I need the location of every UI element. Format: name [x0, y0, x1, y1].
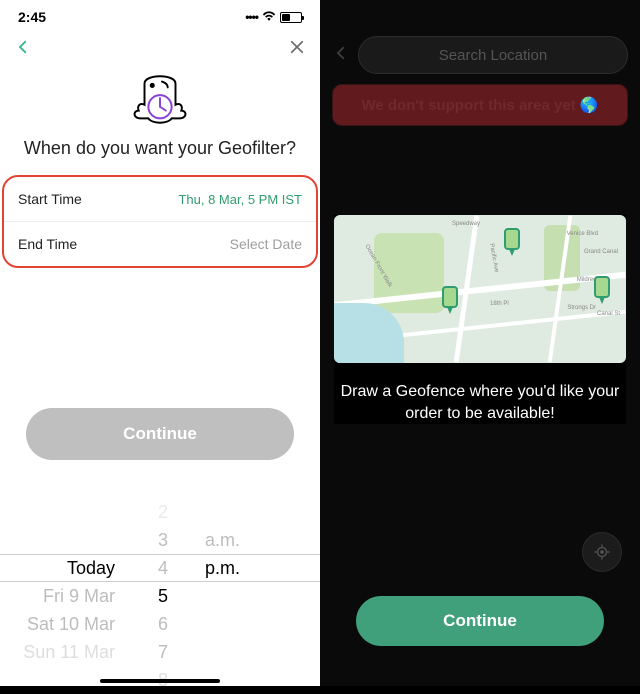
continue-button[interactable]: Continue	[26, 408, 294, 460]
map-label: 18th Pl	[490, 301, 509, 307]
locate-me-button[interactable]	[582, 532, 622, 572]
map-label: Speedway	[452, 221, 480, 227]
geofence-pin-icon	[440, 285, 460, 315]
picker-item[interactable]: 7	[158, 638, 168, 666]
picker-item[interactable]: p.m.	[205, 554, 240, 582]
search-input[interactable]: Search Location	[358, 36, 628, 74]
map-label: Canal St	[597, 311, 620, 317]
map-label: Pacific Ave	[488, 243, 499, 273]
picker-item[interactable]: a.m.	[205, 526, 240, 554]
end-time-label: End Time	[18, 236, 77, 252]
picker-date-column[interactable]: Today Fri 9 Mar Sat 10 Mar Sun 11 Mar	[0, 498, 133, 668]
map-label: Grand Canal	[584, 249, 618, 255]
time-selection-card: Start Time Thu, 8 Mar, 5 PM IST End Time…	[2, 175, 318, 268]
picker-item[interactable]: Sun 11 Mar	[23, 638, 115, 666]
picker-item[interactable]: 2	[158, 498, 168, 526]
geofence-location-screen: Search Location We don't support this ar…	[320, 0, 640, 686]
signal-icon: ••••	[245, 10, 258, 24]
search-placeholder: Search Location	[439, 47, 547, 64]
start-time-row[interactable]: Start Time Thu, 8 Mar, 5 PM IST	[4, 177, 316, 221]
start-time-value: Thu, 8 Mar, 5 PM IST	[178, 192, 302, 207]
battery-icon	[280, 12, 302, 23]
back-icon[interactable]	[14, 38, 32, 56]
end-time-value: Select Date	[230, 236, 302, 252]
map-illustration: Speedway Pacific Ave Venice Blvd Grand C…	[334, 215, 626, 363]
end-time-row[interactable]: End Time Select Date	[4, 221, 316, 266]
status-bar: 2:45 ••••	[0, 0, 320, 30]
picker-hour-column[interactable]: 2 3 4 5 6 7 8	[133, 498, 193, 668]
picker-item[interactable]: 3	[158, 526, 168, 554]
geofilter-schedule-screen: 2:45 •••• When do you want your Geofilte…	[0, 0, 320, 686]
page-title: When do you want your Geofilter?	[0, 138, 320, 159]
status-indicators: ••••	[245, 9, 302, 25]
picker-ampm-column[interactable]: a.m. p.m.	[193, 498, 320, 668]
picker-item[interactable]: 4	[158, 554, 168, 582]
back-icon[interactable]	[332, 44, 350, 67]
start-time-label: Start Time	[18, 191, 82, 207]
close-icon[interactable]	[288, 38, 306, 56]
picker-item[interactable]: Today	[67, 554, 115, 582]
picker-item[interactable]: 5	[158, 582, 168, 610]
unsupported-area-banner: We don't support this area yet 🌎	[332, 84, 628, 126]
geofence-pin-icon	[502, 227, 522, 257]
ghost-clock-icon	[0, 68, 320, 130]
search-header: Search Location	[320, 0, 640, 74]
datetime-picker[interactable]: Today Fri 9 Mar Sat 10 Mar Sun 11 Mar 2 …	[0, 498, 320, 668]
continue-button[interactable]: Continue	[356, 596, 604, 646]
picker-item[interactable]: Fri 9 Mar	[43, 582, 115, 610]
home-indicator[interactable]	[100, 679, 220, 683]
picker-item[interactable]: 6	[158, 610, 168, 638]
map-label: Strongs Dr	[567, 305, 596, 311]
picker-item[interactable]: Sat 10 Mar	[27, 610, 115, 638]
status-time: 2:45	[18, 9, 46, 25]
geofence-pin-icon	[592, 275, 612, 305]
geofence-help-card: Speedway Pacific Ave Venice Blvd Grand C…	[334, 215, 626, 424]
wifi-icon	[262, 9, 276, 25]
geofence-instruction: Draw a Geofence where you'd like your or…	[334, 381, 626, 424]
nav-bar	[0, 30, 320, 60]
map-label: Venice Blvd	[567, 231, 598, 237]
